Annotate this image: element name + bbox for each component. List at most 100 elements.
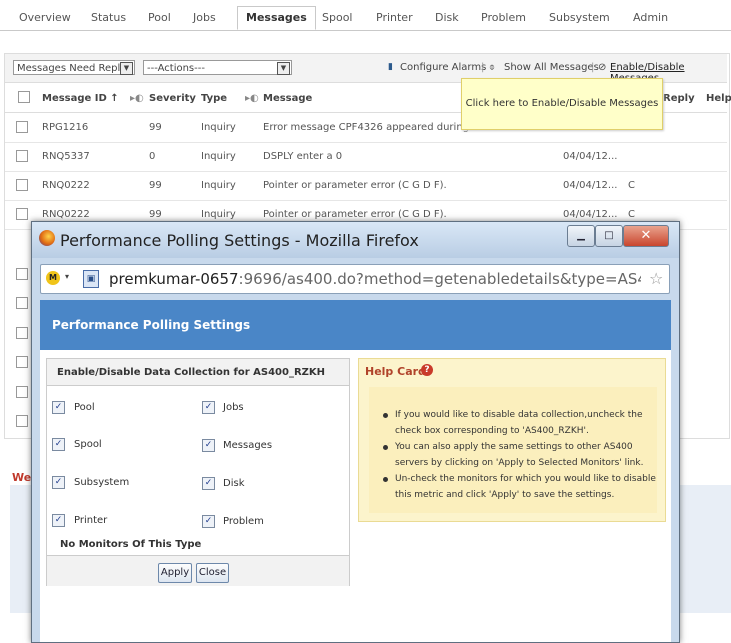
cell-message-id: RNQ0222	[42, 180, 90, 191]
row-checkbox[interactable]	[16, 415, 28, 427]
cell-message-id: RPG1216	[42, 122, 89, 133]
message-filter-select[interactable]: Messages Need Reply ▼	[13, 60, 135, 75]
close-button[interactable]: Close	[196, 563, 229, 583]
help-item: You can also apply the same settings to …	[395, 442, 644, 468]
enable-disable-tooltip: Click here to Enable/Disable Messages	[461, 78, 663, 130]
separator: |	[591, 62, 595, 73]
column-severity[interactable]: Severity	[149, 93, 196, 104]
tab-subsystem[interactable]: Subsystem	[549, 11, 610, 24]
subsystem-checkbox[interactable]: ✓	[52, 476, 65, 489]
bullet-icon	[383, 477, 388, 482]
page-icon: ▣	[83, 270, 99, 288]
tab-status[interactable]: Status	[91, 11, 126, 24]
subsystem-label: Subsystem	[74, 477, 130, 488]
tab-overview[interactable]: Overview	[19, 11, 71, 24]
actions-select-value: ---Actions---	[147, 63, 205, 74]
column-help[interactable]: Help	[706, 93, 731, 104]
messages-checkbox[interactable]: ✓	[202, 439, 215, 452]
problem-label: Problem	[223, 516, 264, 527]
help-card-tab: Help Card ?	[359, 359, 443, 381]
problem-checkbox[interactable]: ✓	[202, 515, 215, 528]
tab-jobs[interactable]: Jobs	[193, 11, 216, 24]
column-reply[interactable]: Reply	[663, 93, 695, 104]
row-checkbox[interactable]	[16, 208, 28, 220]
close-window-button[interactable]: ✕	[623, 225, 669, 247]
tab-pool[interactable]: Pool	[148, 11, 171, 24]
tab-printer[interactable]: Printer	[376, 11, 413, 24]
spool-checkbox[interactable]: ✓	[52, 438, 65, 451]
row-checkbox[interactable]	[16, 121, 28, 133]
table-row[interactable]: RNQ5337 0 Inquiry DSPLY enter a 0 04/04/…	[5, 142, 727, 172]
column-type[interactable]: Type	[201, 93, 227, 104]
chevron-down-icon: ▼	[277, 62, 290, 75]
configure-alarms-link[interactable]: Configure Alarms	[400, 62, 486, 73]
row-checkbox[interactable]	[16, 150, 28, 162]
firefox-logo-icon	[39, 230, 55, 246]
show-all-messages-link[interactable]: Show All Messages	[504, 62, 599, 73]
column-message[interactable]: Message	[263, 93, 312, 104]
disk-label: Disk	[223, 478, 245, 489]
jobs-label: Jobs	[223, 402, 244, 413]
cell-type: Inquiry	[201, 209, 236, 220]
cell-date: 04/04/12...	[563, 180, 618, 191]
widget-heading: We	[12, 471, 32, 484]
row-checkbox[interactable]	[16, 268, 28, 280]
row-checkbox[interactable]	[16, 356, 28, 368]
cell-message-id: RNQ5337	[42, 151, 90, 162]
apply-button[interactable]: Apply	[158, 563, 192, 583]
cell-severity: 99	[149, 122, 162, 133]
cell-severity: 0	[149, 151, 156, 162]
url-path: :9696/as400.do?method=getenabledetails&t…	[238, 270, 641, 288]
table-row[interactable]: RNQ0222 99 Inquiry Pointer or parameter …	[5, 171, 727, 201]
pool-checkbox[interactable]: ✓	[52, 401, 65, 414]
url-bar[interactable]: M ▾ ▣ premkumar-0657:9696/as400.do?metho…	[40, 264, 670, 294]
spool-label: Spool	[74, 439, 102, 450]
microphone-icon: ⌽	[489, 62, 495, 73]
box-header: Enable/Disable Data Collection for AS400…	[47, 359, 349, 386]
printer-checkbox[interactable]: ✓	[52, 514, 65, 527]
url-host: premkumar-0657	[109, 270, 239, 288]
help-question-icon: ?	[421, 364, 433, 376]
url-text[interactable]: premkumar-0657:9696/as400.do?method=gete…	[109, 270, 641, 288]
minimize-button[interactable]: ▁	[567, 225, 595, 247]
bullet-icon	[383, 445, 388, 450]
box-title: Enable/Disable Data Collection for AS400…	[57, 367, 326, 378]
tab-disk[interactable]: Disk	[435, 11, 459, 24]
cell-message: Pointer or parameter error (C G D F).	[263, 180, 447, 191]
select-all-checkbox[interactable]	[18, 91, 30, 103]
row-checkbox[interactable]	[16, 327, 28, 339]
column-toggle-icon[interactable]: ▸◐	[245, 93, 259, 104]
help-card-body: If you would like to disable data collec…	[369, 387, 657, 513]
cell-message: DSPLY enter a 0	[263, 151, 343, 162]
cell-severity: 99	[149, 180, 162, 191]
jobs-checkbox[interactable]: ✓	[202, 401, 215, 414]
tab-admin[interactable]: Admin	[633, 11, 668, 24]
actions-select[interactable]: ---Actions--- ▼	[143, 60, 292, 75]
maximize-button[interactable]: □	[595, 225, 623, 247]
column-message-id[interactable]: Message ID ↑	[42, 93, 119, 104]
row-checkbox[interactable]	[16, 179, 28, 191]
filter-select-value: Messages Need Reply	[17, 63, 127, 74]
disk-checkbox[interactable]: ✓	[202, 477, 215, 490]
bookmark-star-icon[interactable]: ☆	[649, 269, 663, 288]
chevron-down-icon: ▼	[120, 62, 133, 75]
disable-icon: ⊘	[598, 62, 607, 73]
column-toggle-icon[interactable]: ▸◐	[130, 93, 144, 104]
help-item: If you would like to disable data collec…	[395, 410, 643, 436]
tab-spool[interactable]: Spool	[322, 11, 352, 24]
messages-label: Messages	[223, 440, 273, 451]
row-checkbox[interactable]	[16, 386, 28, 398]
popup-content: Performance Polling Settings Enable/Disa…	[40, 300, 671, 642]
row-checkbox[interactable]	[16, 297, 28, 309]
chevron-down-icon[interactable]: ▾	[65, 272, 69, 281]
tab-problem[interactable]: Problem	[481, 11, 526, 24]
printer-label: Printer	[74, 515, 108, 526]
cell-type: Inquiry	[201, 122, 236, 133]
firefox-popup-window: Performance Polling Settings - Mozilla F…	[31, 221, 680, 643]
help-item: Un-check the monitors for which you woul…	[395, 474, 656, 500]
tab-messages[interactable]: Messages	[237, 6, 316, 30]
window-titlebar[interactable]: Performance Polling Settings - Mozilla F…	[32, 222, 679, 258]
main-tab-bar: Overview Status Pool Jobs Messages Spool…	[0, 0, 731, 31]
cell-date: 04/04/12...	[563, 209, 618, 220]
page-title: Performance Polling Settings	[52, 318, 251, 332]
